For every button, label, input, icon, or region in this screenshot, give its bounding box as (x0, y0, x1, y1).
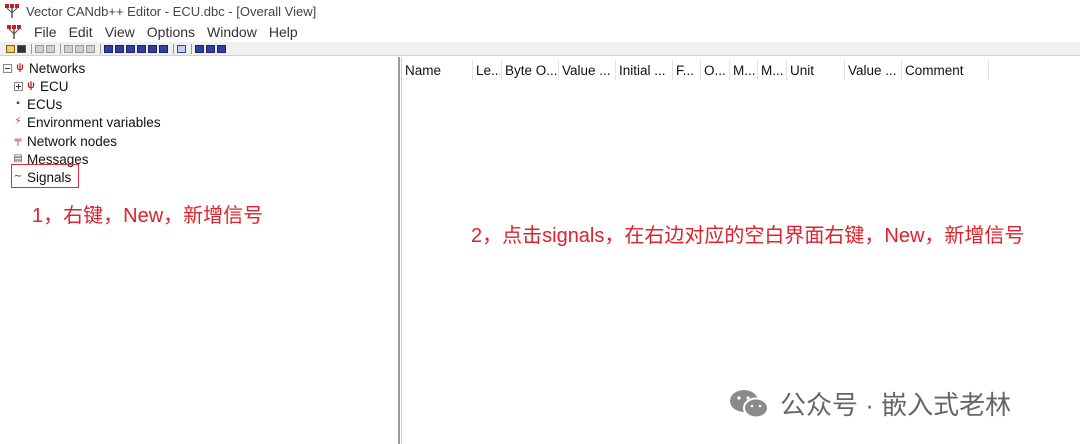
edit-icon[interactable] (64, 44, 73, 53)
column-header-maximum[interactable]: M... (761, 62, 785, 80)
network-icon: ψ (16, 62, 24, 73)
menu-bar: File Edit View Options Window Help (0, 22, 1080, 42)
toolbar (0, 42, 1080, 56)
window-title: Vector CANdb++ Editor - ECU.dbc - [Overa… (26, 3, 317, 19)
column-header-initial-value[interactable]: Initial ... (619, 62, 671, 80)
tree-item-label: Networks (29, 60, 86, 76)
column-divider[interactable] (672, 60, 673, 80)
tree-item-ecus[interactable]: ▪ ECUs (12, 95, 62, 113)
expand-icon[interactable] (14, 81, 23, 91)
column-header-value-type[interactable]: Value ... (562, 62, 615, 80)
menu-options[interactable]: Options (141, 22, 201, 42)
tree-item-label: Environment variables (27, 114, 161, 130)
view-message-icon[interactable] (137, 44, 146, 53)
column-header-offset[interactable]: O... (704, 62, 728, 80)
column-divider[interactable] (988, 60, 989, 80)
column-divider[interactable] (757, 60, 758, 80)
column-header-byte-order[interactable]: Byte O... (505, 62, 557, 80)
column-divider[interactable] (558, 60, 559, 80)
wechat-icon (728, 387, 770, 421)
left-annotation: 1，右键，New，新增信号 (32, 205, 264, 227)
collapse-icon[interactable] (3, 63, 12, 73)
title-bar: Vector CANdb++ Editor - ECU.dbc - [Overa… (0, 0, 1080, 22)
tree-item-label: Network nodes (27, 133, 118, 149)
view-envvar-icon[interactable] (159, 44, 168, 53)
view-ecu-icon[interactable] (115, 44, 124, 53)
node-icon: ╤ (14, 135, 22, 146)
column-header-comment[interactable]: Comment (905, 62, 985, 80)
tree-item-label: ECUs (27, 96, 63, 112)
column-divider[interactable] (786, 60, 787, 80)
cascade-icon[interactable] (195, 44, 204, 53)
open-icon[interactable] (6, 44, 15, 53)
toolbar-separator (191, 43, 192, 54)
toolbar-separator (60, 43, 61, 54)
column-header-value-table[interactable]: Value ... (848, 62, 900, 80)
menu-file[interactable]: File (28, 22, 63, 42)
search-icon[interactable] (86, 44, 95, 53)
column-divider[interactable] (901, 60, 902, 80)
env-var-icon: ⚡ (14, 116, 22, 127)
tile-horizontal-icon[interactable] (206, 44, 215, 53)
view-network-icon[interactable] (104, 44, 113, 53)
column-header-name[interactable]: Name (405, 62, 471, 80)
filter-icon[interactable] (177, 44, 186, 53)
tree-item-label: ECU (40, 78, 69, 94)
app-icon (4, 3, 20, 19)
ecu-icon: ▪ (16, 98, 20, 109)
tree-item-network-nodes[interactable]: ╤ Network nodes (12, 132, 117, 150)
menu-view[interactable]: View (99, 22, 141, 42)
tree-item-ecu[interactable]: ψ ECU (14, 77, 69, 95)
view-signal-icon[interactable] (148, 44, 157, 53)
tile-vertical-icon[interactable] (217, 44, 226, 53)
network-icon: ψ (27, 80, 35, 91)
paste-icon[interactable] (46, 44, 55, 53)
menu-edit[interactable]: Edit (63, 22, 99, 42)
toolbar-separator (31, 43, 32, 54)
column-header-length[interactable]: Le... (476, 62, 500, 80)
menu-window[interactable]: Window (201, 22, 263, 42)
column-header-unit[interactable]: Unit (790, 62, 842, 80)
copy-icon[interactable] (35, 44, 44, 53)
column-divider[interactable] (729, 60, 730, 80)
column-header-minimum[interactable]: M... (733, 62, 757, 80)
column-divider[interactable] (615, 60, 616, 80)
column-header-factor[interactable]: F... (676, 62, 698, 80)
tree-item-networks[interactable]: ψ Networks (3, 59, 85, 77)
column-divider[interactable] (501, 60, 502, 80)
tree-pane[interactable]: ψ Networks ψ ECU ▪ ECUs ⚡ Environment va… (0, 57, 400, 444)
watermark: 公众号 · 嵌入式老林 (728, 385, 1011, 422)
right-annotation: 2，点击signals，在右边对应的空白界面右键，New，新增信号 (471, 225, 1025, 247)
watermark-text: 公众号 · 嵌入式老林 (780, 390, 1012, 420)
menu-app-icon[interactable] (6, 24, 22, 40)
view-node-icon[interactable] (126, 44, 135, 53)
column-divider[interactable] (700, 60, 701, 80)
column-divider[interactable] (844, 60, 845, 80)
toolbar-separator (173, 43, 174, 54)
toolbar-separator (100, 43, 101, 54)
column-divider[interactable] (472, 60, 473, 80)
signals-highlight-box (11, 164, 79, 188)
menu-help[interactable]: Help (263, 22, 304, 42)
tree-item-environment-variables[interactable]: ⚡ Environment variables (12, 113, 161, 131)
save-icon[interactable] (17, 44, 26, 53)
delete-icon[interactable] (75, 44, 84, 53)
